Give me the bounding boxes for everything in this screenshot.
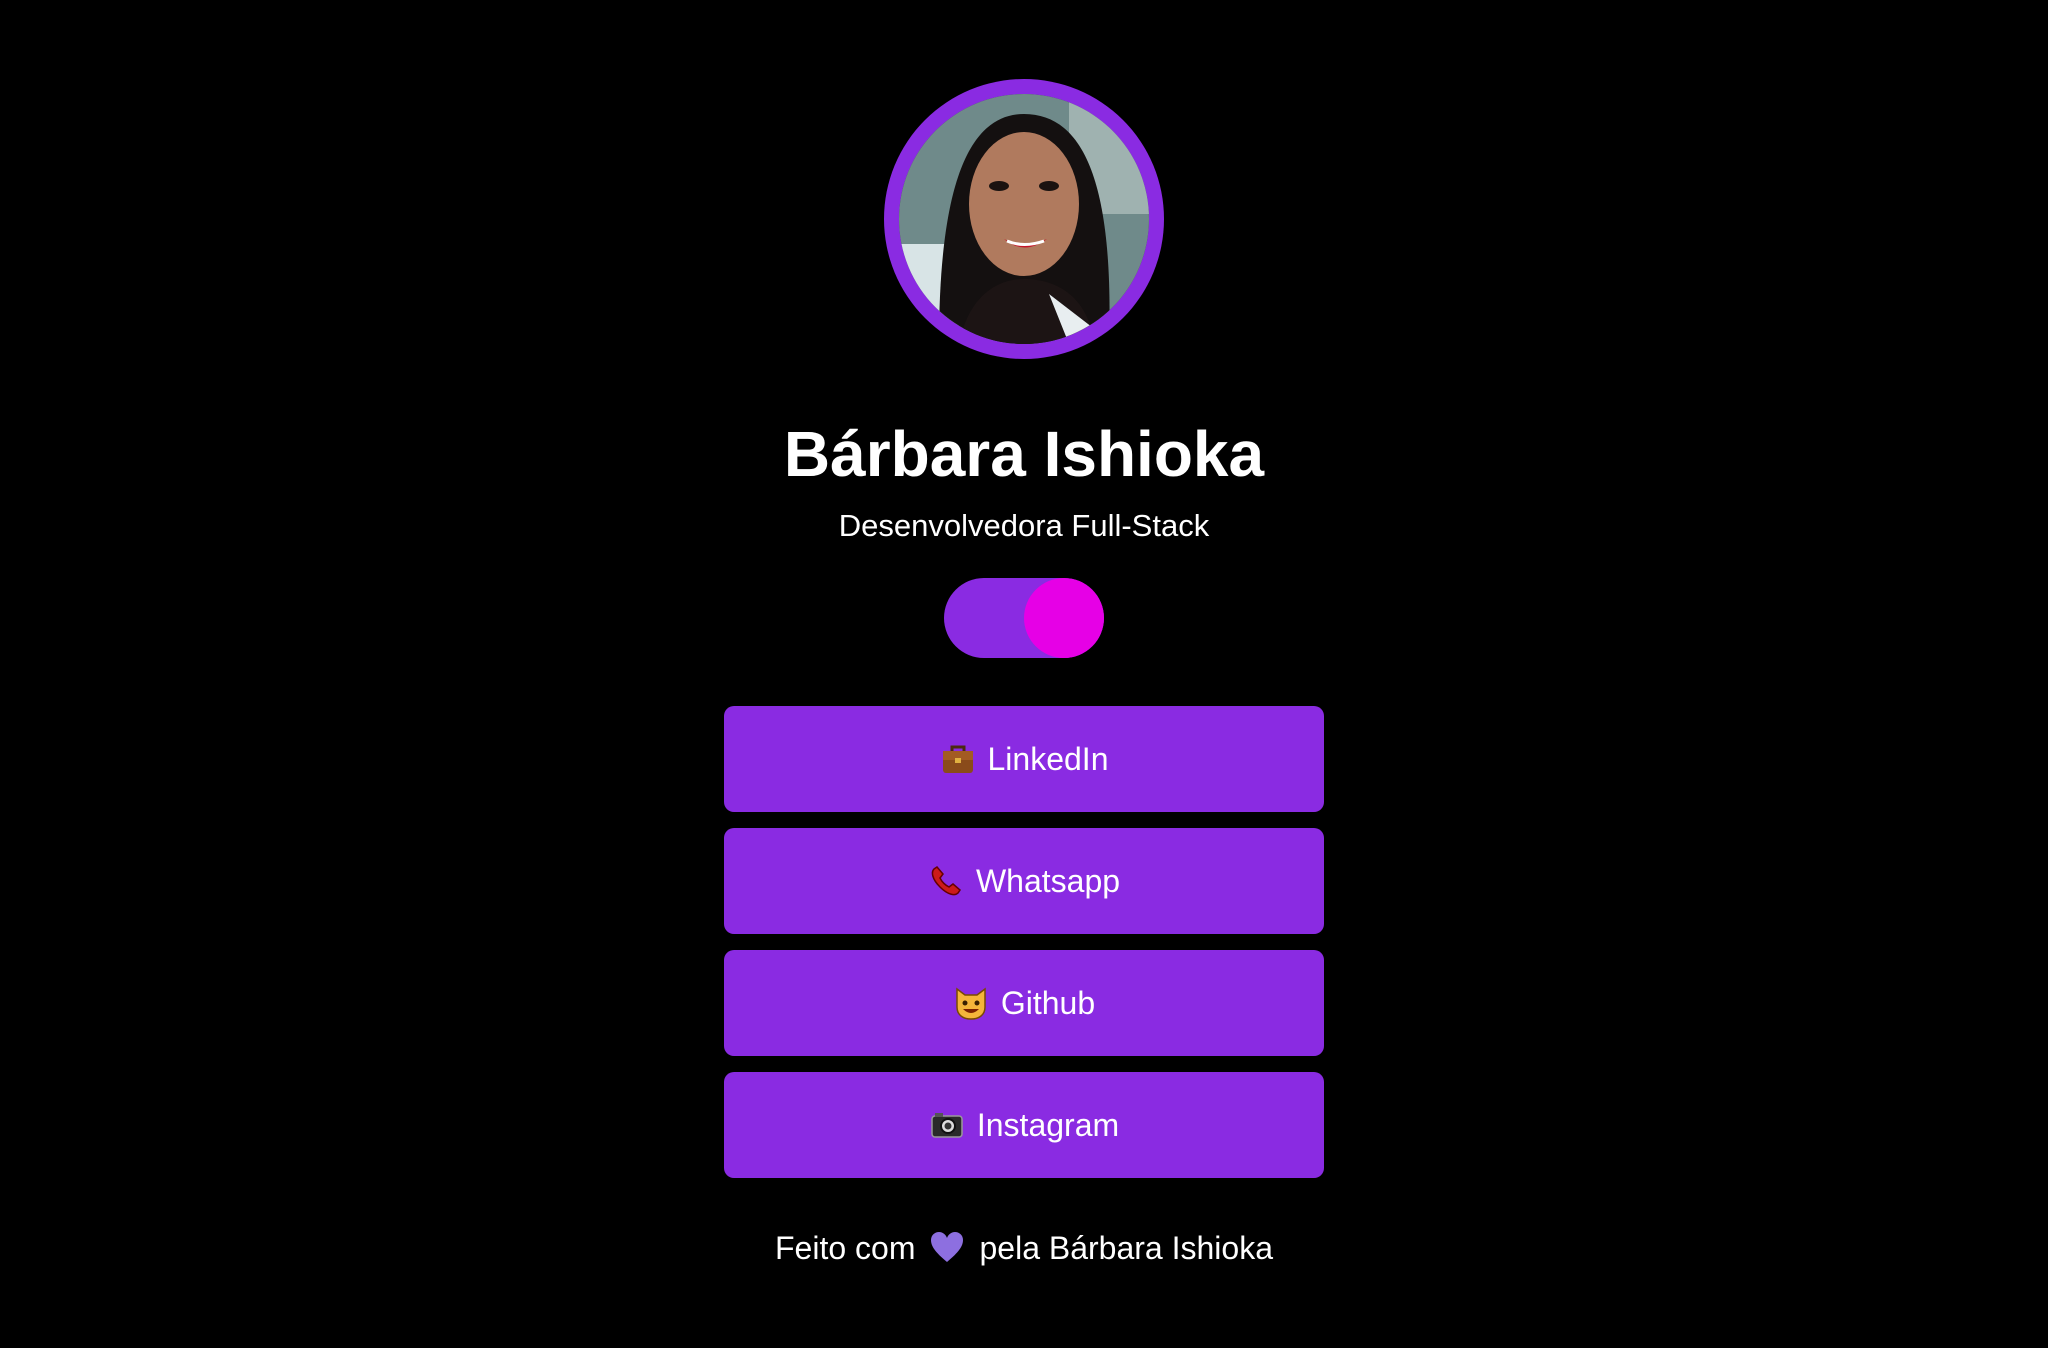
camera-icon [929, 1107, 965, 1143]
link-label: Github [1000, 984, 1096, 1021]
link-label: Instagram [976, 1106, 1120, 1143]
briefcase-icon [940, 741, 976, 777]
avatar-frame [884, 79, 1164, 359]
avatar [899, 94, 1149, 344]
telephone-receiver-icon [928, 863, 964, 899]
links-list: LinkedIn Whatsapp Github Instagram [724, 706, 1324, 1194]
profile-photo-icon [899, 94, 1149, 344]
toggle-knob [1024, 578, 1104, 658]
link-label: Whatsapp [975, 862, 1121, 899]
purple-heart-icon [929, 1230, 965, 1266]
grinning-cat-icon [953, 985, 989, 1021]
footer-prefix: Feito com [775, 1230, 916, 1266]
github-button[interactable]: Github [724, 950, 1324, 1056]
footer: Feito com pela Bárbara Ishioka [0, 1228, 2048, 1268]
linkedin-button[interactable]: LinkedIn [724, 706, 1324, 812]
profile-role: Desenvolvedora Full-Stack [838, 508, 1210, 543]
profile-page: Bárbara Ishioka Desenvolvedora Full-Stac… [0, 0, 2048, 1348]
whatsapp-button[interactable]: Whatsapp [724, 828, 1324, 934]
footer-suffix: pela Bárbara Ishioka [979, 1230, 1273, 1266]
instagram-button[interactable]: Instagram [724, 1072, 1324, 1178]
link-label: LinkedIn [987, 740, 1109, 777]
profile-name: Bárbara Ishioka [783, 418, 1265, 490]
theme-toggle-switch[interactable] [944, 578, 1104, 658]
